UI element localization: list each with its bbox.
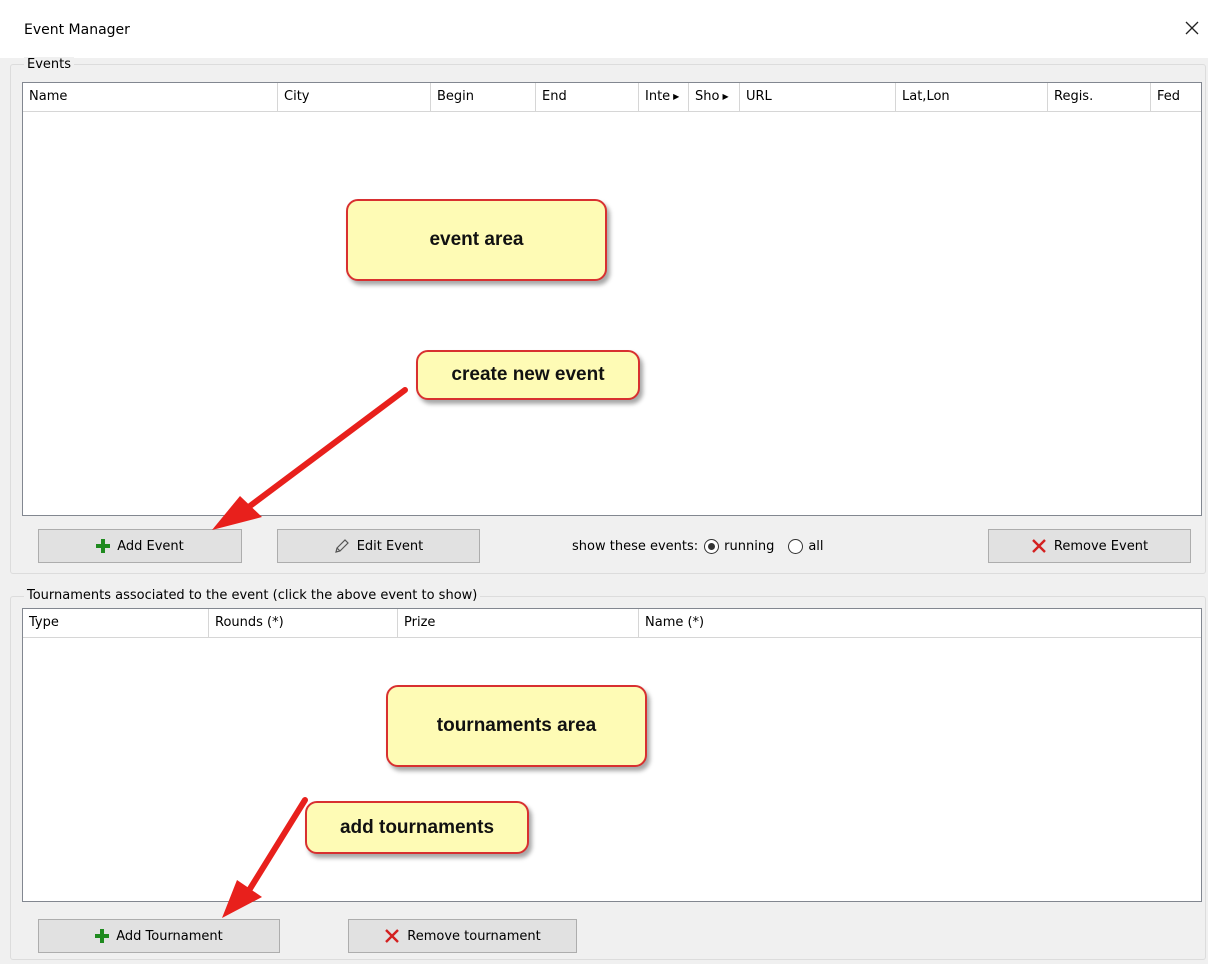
radio-all-label[interactable]: all <box>808 539 823 554</box>
tournaments-group-label: Tournaments associated to the event (cli… <box>24 588 481 603</box>
plus-icon <box>96 539 111 553</box>
remove-tournament-button[interactable]: Remove tournament <box>348 919 577 953</box>
plus-icon <box>95 929 110 943</box>
remove-x-icon <box>1032 539 1046 553</box>
callout-tournaments-area: tournaments area <box>386 685 647 767</box>
triangle-right-icon: ▶ <box>722 92 729 101</box>
add-event-button[interactable]: Add Event <box>38 529 242 563</box>
column-header-inte[interactable]: Inte ▶ <box>639 83 689 111</box>
column-header-type[interactable]: Type <box>23 609 209 637</box>
column-header-begin[interactable]: Begin <box>431 83 536 111</box>
column-header-prize[interactable]: Prize <box>398 609 639 637</box>
callout-add-tournaments: add tournaments <box>305 801 529 854</box>
add-tournament-button[interactable]: Add Tournament <box>38 919 280 953</box>
column-header-sho[interactable]: Sho ▶ <box>689 83 740 111</box>
title-bar: Event Manager <box>0 0 1208 58</box>
event-filter-label: show these events: <box>572 538 699 554</box>
column-header-name[interactable]: Name <box>23 83 278 111</box>
column-header-end[interactable]: End <box>536 83 639 111</box>
radio-running[interactable] <box>704 538 720 554</box>
remove-x-icon <box>385 929 400 943</box>
column-header-city[interactable]: City <box>278 83 431 111</box>
callout-event-area: event area <box>346 199 607 281</box>
events-group-label: Events <box>24 57 75 72</box>
radio-all[interactable] <box>788 538 804 554</box>
column-header-latlon[interactable]: Lat,Lon <box>896 83 1048 111</box>
column-header-regis[interactable]: Regis. <box>1048 83 1151 111</box>
column-header-fed[interactable]: Fed <box>1151 83 1201 111</box>
close-icon[interactable] <box>1182 18 1202 38</box>
events-table[interactable]: Name City Begin End Inte ▶ Sho ▶ URL Lat,L… <box>22 82 1202 516</box>
add-tournament-label: Add Tournament <box>116 928 223 944</box>
remove-tournament-label: Remove tournament <box>407 928 541 944</box>
edit-event-label: Edit Event <box>356 538 424 554</box>
window-title: Event Manager <box>24 22 130 38</box>
pencil-icon <box>334 539 349 553</box>
triangle-right-icon: ▶ <box>673 92 680 101</box>
remove-event-button[interactable]: Remove Event <box>988 529 1191 563</box>
edit-event-button[interactable]: Edit Event <box>277 529 480 563</box>
callout-create-new-event: create new event <box>416 350 640 400</box>
column-header-tournament-name[interactable]: Name (*) <box>639 609 1201 637</box>
add-event-label: Add Event <box>117 538 184 554</box>
column-header-rounds[interactable]: Rounds (*) <box>209 609 398 637</box>
event-filter: show these events: running all <box>572 536 824 556</box>
column-header-url[interactable]: URL <box>740 83 896 111</box>
radio-running-label[interactable]: running <box>724 539 774 554</box>
events-table-header: Name City Begin End Inte ▶ Sho ▶ URL Lat,L… <box>23 83 1201 112</box>
tournaments-table-header: Type Rounds (*) Prize Name (*) <box>23 609 1201 638</box>
remove-event-label: Remove Event <box>1053 538 1149 554</box>
